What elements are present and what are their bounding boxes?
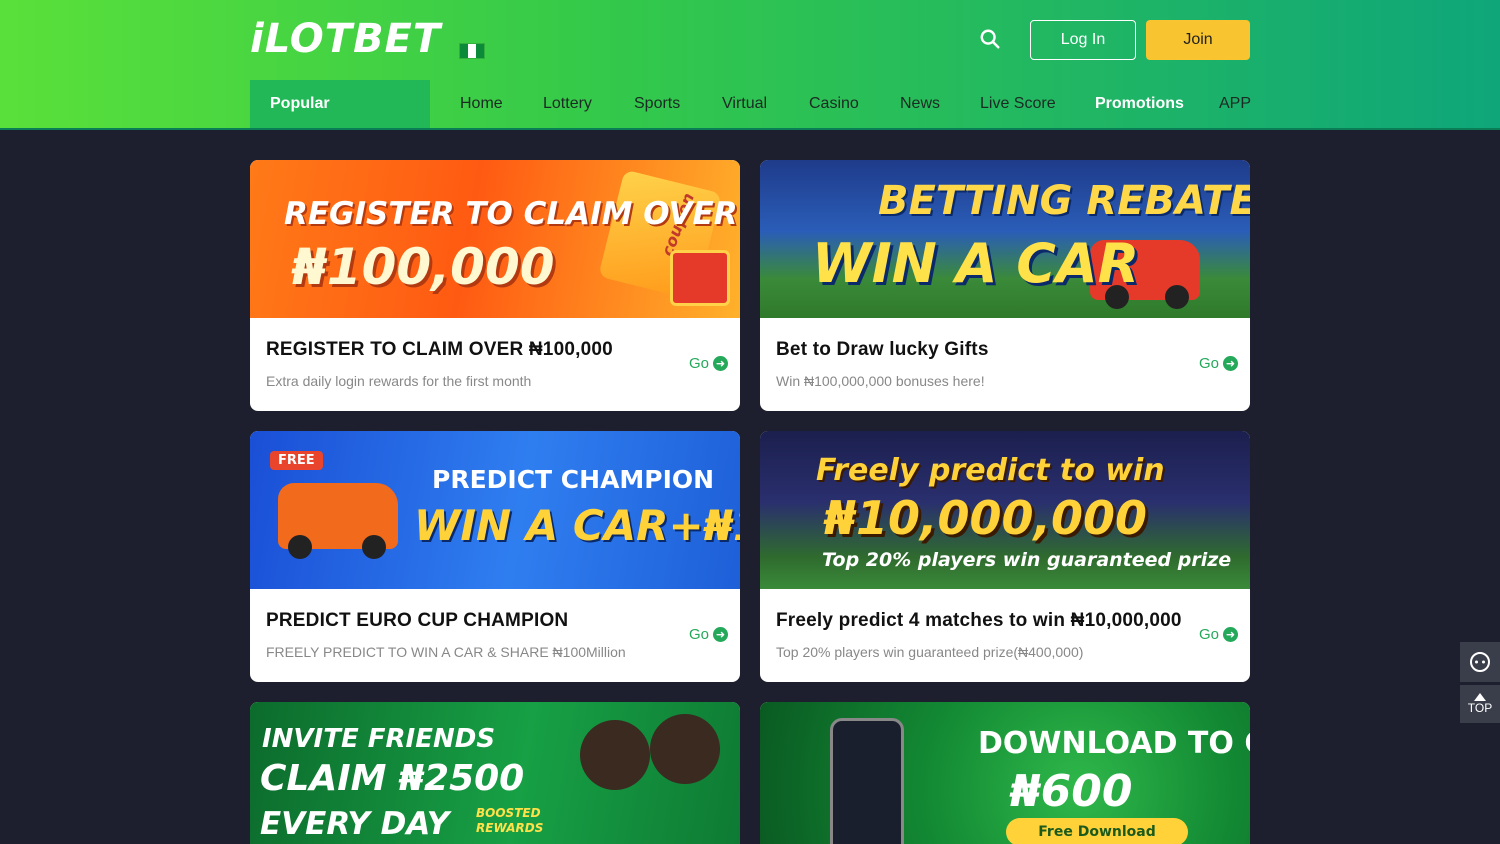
card-subtitle: Extra daily login rewards for the first … [266, 373, 532, 389]
card-subtitle: FREELY PREDICT TO WIN A CAR & SHARE ₦100… [266, 644, 626, 660]
promo-card[interactable]: BETTING REBATE WIN A CAR Bet to Draw luc… [760, 160, 1250, 411]
car-wheel [288, 535, 312, 559]
card-body: REGISTER TO CLAIM OVER ₦100,000 Extra da… [250, 318, 740, 411]
promo-banner-freely-predict[interactable]: Freely predict to win ₦10,000,000 Top 20… [760, 431, 1250, 589]
nigeria-flag-icon[interactable] [459, 43, 485, 59]
phone-graphic [830, 718, 904, 844]
go-label: Go [1198, 626, 1219, 643]
banner-line3: EVERY DAY [260, 806, 450, 842]
arrow-right-icon: ➜ [1223, 627, 1238, 642]
login-button[interactable]: Log In [1030, 20, 1136, 60]
banner-line1: INVITE FRIENDS [262, 724, 496, 754]
nav-popular[interactable]: Popular [250, 80, 430, 128]
go-link[interactable]: Go ➜ [1199, 355, 1238, 372]
car-wheel [362, 535, 386, 559]
back-to-top-button[interactable]: TOP [1460, 685, 1500, 723]
go-link[interactable]: Go ➜ [1199, 626, 1238, 643]
card-title: Freely predict 4 matches to win ₦10,000,… [776, 610, 1182, 631]
nav-news[interactable]: News [900, 80, 940, 128]
banner-line1: BETTING REBATE [878, 178, 1250, 224]
car-wheel [1165, 285, 1189, 309]
go-label: Go [688, 626, 709, 643]
gift-box-icon [670, 250, 730, 306]
person-graphic [650, 714, 720, 784]
go-link[interactable]: Go ➜ [689, 626, 728, 643]
nav-casino[interactable]: Casino [809, 80, 859, 128]
promo-card[interactable]: FREE PREDICT CHAMPION WIN A CAR+₦100M PR… [250, 431, 740, 682]
site-logo[interactable]: iLOTBET [250, 16, 441, 62]
promo-card[interactable]: INVITE FRIENDS CLAIM ₦2500 EVERY DAY BOO… [250, 702, 740, 844]
arrow-right-icon: ➜ [713, 356, 728, 371]
search-icon[interactable] [979, 28, 1001, 50]
arrow-right-icon: ➜ [713, 627, 728, 642]
card-subtitle: Win ₦100,000,000 bonuses here! [776, 373, 985, 389]
nav-live-score[interactable]: Live Score [980, 80, 1056, 128]
go-link[interactable]: Go ➜ [689, 355, 728, 372]
banner-line3: Top 20% players win guaranteed prize [822, 549, 1232, 571]
card-body: Bet to Draw lucky Gifts Win ₦100,000,000… [760, 318, 1250, 411]
banner-line2: ₦600 [1010, 766, 1133, 817]
nav-virtual[interactable]: Virtual [722, 80, 767, 128]
promo-banner-predict-champion[interactable]: FREE PREDICT CHAMPION WIN A CAR+₦100M [250, 431, 740, 589]
banner-line2: WIN A CAR+₦100M [414, 501, 740, 550]
nav-sports[interactable]: Sports [634, 80, 680, 128]
banner-line2: CLAIM ₦2500 [260, 758, 525, 799]
card-body: Freely predict 4 matches to win ₦10,000,… [760, 589, 1250, 682]
banner-line2: ₦100,000 [292, 238, 555, 296]
banner-line1: REGISTER TO CLAIM OVER [284, 196, 738, 232]
chat-support-button[interactable] [1460, 642, 1500, 682]
card-title: Bet to Draw lucky Gifts [776, 339, 989, 360]
promo-card[interactable]: DOWNLOAD TO GET ₦600 Free Download [760, 702, 1250, 844]
nav-app[interactable]: APP [1219, 80, 1251, 128]
card-title: PREDICT EURO CUP CHAMPION [266, 610, 569, 631]
person-graphic [580, 720, 650, 790]
banner-line2: WIN A CAR [812, 232, 1140, 295]
banner-line1: Freely predict to win [816, 453, 1165, 488]
nav-lottery[interactable]: Lottery [543, 80, 592, 128]
site-header: iLOTBET Log In Join Popular Home Lottery… [0, 0, 1500, 130]
join-button[interactable]: Join [1146, 20, 1250, 60]
arrow-right-icon: ➜ [1223, 356, 1238, 371]
promo-card[interactable]: Freely predict to win ₦10,000,000 Top 20… [760, 431, 1250, 682]
chat-icon [1470, 652, 1490, 672]
promo-banner-rebate[interactable]: BETTING REBATE WIN A CAR [760, 160, 1250, 318]
card-title: REGISTER TO CLAIM OVER ₦100,000 [266, 339, 613, 360]
top-label: TOP [1467, 701, 1493, 715]
arrow-up-icon [1474, 693, 1486, 701]
promo-banner-invite-friends[interactable]: INVITE FRIENDS CLAIM ₦2500 EVERY DAY BOO… [250, 702, 740, 844]
promo-banner-register[interactable]: coupon REGISTER TO CLAIM OVER ₦100,000 [250, 160, 740, 318]
card-body: PREDICT EURO CUP CHAMPION FREELY PREDICT… [250, 589, 740, 682]
go-label: Go [688, 355, 709, 372]
nav-home[interactable]: Home [460, 80, 503, 128]
banner-line1: PREDICT CHAMPION [432, 465, 715, 494]
banner-line1: DOWNLOAD TO GET [978, 726, 1250, 761]
free-badge: FREE [270, 451, 323, 470]
banner-line2: ₦10,000,000 [824, 491, 1148, 545]
promo-banner-download-app[interactable]: DOWNLOAD TO GET ₦600 Free Download [760, 702, 1250, 844]
promo-card[interactable]: coupon REGISTER TO CLAIM OVER ₦100,000 R… [250, 160, 740, 411]
boosted-rewards-tag: BOOSTED REWARDS [476, 806, 544, 835]
nav-promotions[interactable]: Promotions [1095, 80, 1184, 128]
go-label: Go [1198, 355, 1219, 372]
card-subtitle: Top 20% players win guaranteed prize(₦40… [776, 644, 1084, 660]
free-download-button[interactable]: Free Download [1006, 818, 1188, 844]
main-nav: Popular Home Lottery Sports Virtual Casi… [250, 80, 1251, 128]
